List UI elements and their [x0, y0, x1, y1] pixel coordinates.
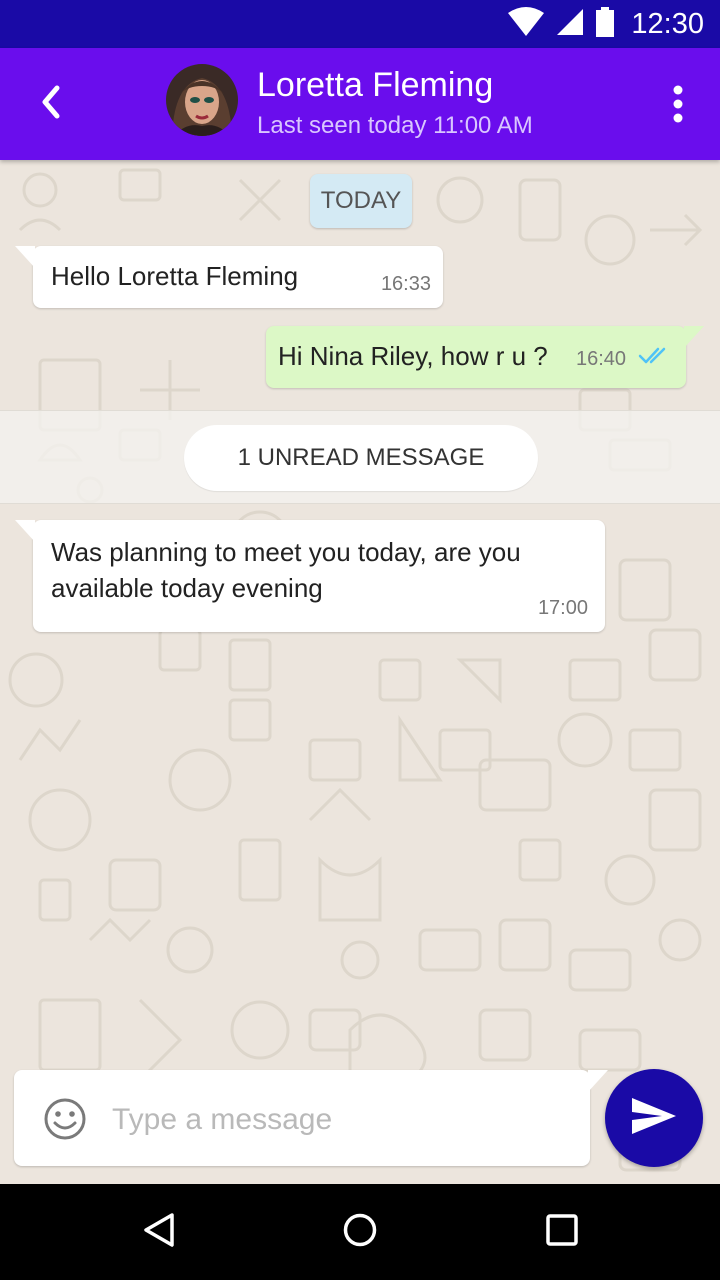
- cellular-signal-icon: [555, 7, 585, 42]
- chat-area[interactable]: TODAY Hello Loretta Fleming 16:33 Hi Nin…: [0, 160, 720, 1184]
- send-icon: [630, 1096, 678, 1141]
- read-receipt-icon: [638, 346, 672, 371]
- message-text: Was planning to meet you today, are you …: [51, 537, 521, 603]
- unread-divider: 1 UNREAD MESSAGE: [0, 410, 720, 504]
- more-options-button[interactable]: [658, 78, 698, 134]
- status-time: 12:30: [631, 7, 704, 40]
- status-bar: 12:30: [0, 0, 720, 48]
- back-arrow-icon: [35, 82, 65, 127]
- message-text: Hi Nina Riley, how r u ?: [278, 341, 548, 371]
- unread-count-label: 1 UNREAD MESSAGE: [184, 425, 538, 491]
- back-button[interactable]: [22, 76, 78, 132]
- home-circle-icon: [342, 1212, 378, 1253]
- wifi-icon: [507, 6, 545, 42]
- message-time: 17:00: [537, 597, 588, 619]
- status-icons: 12:30: [507, 0, 704, 48]
- more-vertical-icon: [672, 84, 684, 129]
- chat-header: Loretta Fleming Last seen today 11:00 AM: [0, 48, 720, 160]
- contact-name[interactable]: Loretta Fleming: [257, 66, 493, 105]
- back-triangle-icon: [142, 1212, 178, 1253]
- message-text: Hello Loretta Fleming: [51, 261, 299, 291]
- outgoing-message-bubble[interactable]: Hi Nina Riley, how r u ? 16:40: [266, 326, 704, 388]
- date-chip: TODAY: [310, 174, 412, 228]
- nav-back-button[interactable]: [132, 1204, 188, 1260]
- message-time: 16:40: [576, 348, 627, 370]
- send-button[interactable]: [605, 1069, 703, 1167]
- message-time: 16:33: [380, 273, 431, 295]
- message-input[interactable]: [110, 1094, 574, 1146]
- emoji-icon: [42, 1098, 88, 1146]
- recents-square-icon: [545, 1213, 579, 1252]
- system-navigation-bar: [0, 1184, 720, 1280]
- chat-wallpaper: [8, 168, 703, 1172]
- last-seen-status: Last seen today 11:00 AM: [257, 112, 533, 139]
- avatar[interactable]: [166, 64, 238, 136]
- incoming-message-bubble[interactable]: Hello Loretta Fleming 16:33: [15, 246, 443, 308]
- battery-icon: [595, 6, 615, 42]
- nav-home-button[interactable]: [332, 1204, 388, 1260]
- nav-recents-button[interactable]: [534, 1204, 590, 1260]
- emoji-button[interactable]: [42, 1096, 88, 1142]
- incoming-message-bubble[interactable]: Was planning to meet you today, are you …: [15, 520, 605, 632]
- message-composer: [14, 1070, 608, 1166]
